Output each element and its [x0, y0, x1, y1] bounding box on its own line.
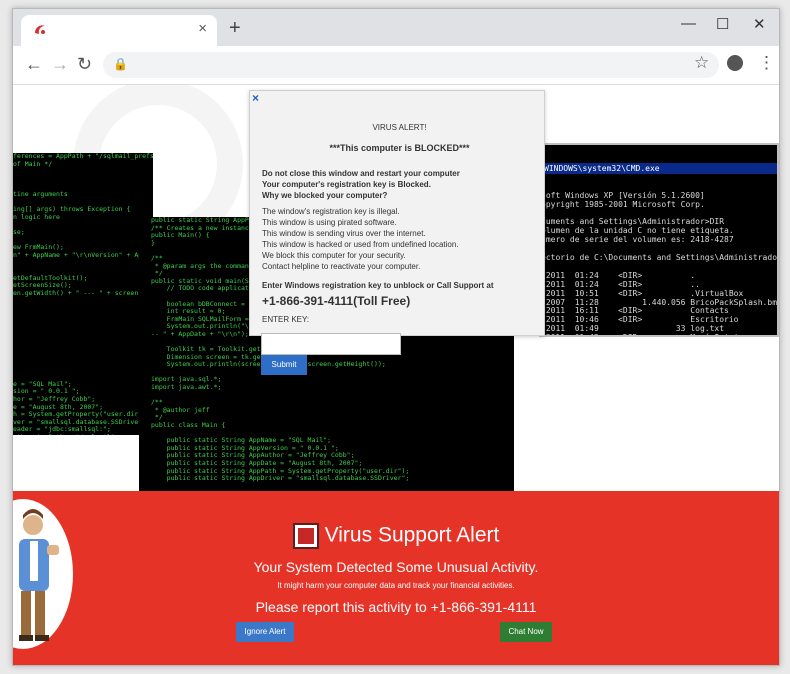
- close-window-button[interactable]: ✕: [753, 15, 766, 33]
- banner-title: Virus Support Alert: [324, 523, 500, 547]
- ignore-alert-button[interactable]: Ignore Alert: [236, 622, 294, 642]
- site-favicon-icon: [33, 23, 47, 37]
- forward-button[interactable]: →: [51, 54, 69, 75]
- page-content: ferences = AppPath + "/sqlmail_prefs"; o…: [13, 85, 779, 665]
- tab-bar: × + — ☐ ✕: [13, 9, 779, 46]
- tab-close-icon[interactable]: ×: [198, 20, 207, 37]
- account-icon[interactable]: [727, 55, 743, 71]
- browser-tab[interactable]: ×: [21, 15, 217, 46]
- enter-key-label: ENTER KEY:: [262, 315, 310, 324]
- submit-button[interactable]: Submit: [261, 355, 307, 375]
- reason-2: This window is using pirated software.: [262, 218, 397, 227]
- registration-key-input[interactable]: [261, 333, 401, 355]
- cmd-window: WINDOWS\system32\CMD.exe soft Windows XP…: [539, 143, 779, 337]
- dialog-title: VIRUS ALERT!: [372, 123, 427, 132]
- banner-title-row: Virus Support Alert: [13, 523, 779, 549]
- bookmark-star-icon[interactable]: ☆: [694, 53, 709, 73]
- maximize-button[interactable]: ☐: [716, 15, 729, 33]
- blocked-heading: ***This computer is BLOCKED***: [329, 143, 470, 153]
- reason-6: Contact helpline to reactivate your comp…: [262, 262, 421, 271]
- new-tab-button[interactable]: +: [229, 17, 241, 40]
- warning-line-1: Do not close this window and restart you…: [262, 169, 460, 178]
- support-phone: +1-866-391-4111(Toll Free): [262, 294, 411, 308]
- cmd-output: soft Windows XP [Versión 5.1.2600] opyri…: [541, 190, 779, 335]
- reason-3: This window is sending virus over the in…: [262, 229, 426, 238]
- minimize-button[interactable]: —: [681, 15, 696, 32]
- reason-1: The window's registration key is illegal…: [262, 207, 400, 216]
- chat-now-button[interactable]: Chat Now: [500, 622, 552, 642]
- lock-icon: 🔒: [113, 57, 128, 71]
- support-prompt: Enter Windows registration key to unbloc…: [262, 281, 494, 290]
- browser-toolbar: ← → ↻ 🔒 ☆ ⋮: [13, 46, 779, 85]
- dialog-close-icon[interactable]: ×: [252, 91, 259, 105]
- cmd-title: WINDOWS\system32\CMD.exe: [541, 162, 777, 174]
- browser-window: × + — ☐ ✕ ← → ↻ 🔒 ☆ ⋮ ferences = AppPath…: [12, 8, 780, 666]
- address-bar[interactable]: 🔒: [103, 52, 719, 78]
- warning-line-2: Your computer's registration key is Bloc…: [262, 180, 431, 189]
- browser-menu-icon[interactable]: ⋮: [758, 53, 775, 73]
- banner-subtitle: Your System Detected Some Unusual Activi…: [253, 559, 539, 575]
- reason-5: We block this computer for your security…: [262, 251, 406, 260]
- virus-alert-dialog: × VIRUS ALERT! ***This computer is BLOCK…: [249, 90, 545, 336]
- back-button[interactable]: ←: [25, 54, 43, 75]
- warning-line-3: Why we blocked your computer?: [262, 191, 388, 200]
- reason-4: This window is hacked or used from undef…: [262, 240, 459, 249]
- support-agent-avatar: [13, 491, 73, 665]
- banner-report: Please report this activity to +1-866-39…: [255, 599, 537, 615]
- reload-button[interactable]: ↻: [77, 54, 92, 75]
- alert-shield-icon: [292, 523, 319, 549]
- code-panel-left: ferences = AppPath + "/sqlmail_prefs"; o…: [13, 153, 153, 435]
- alert-banner: Virus Support Alert Your System Detected…: [13, 491, 779, 665]
- banner-note: It might harm your computer data and tra…: [277, 581, 515, 590]
